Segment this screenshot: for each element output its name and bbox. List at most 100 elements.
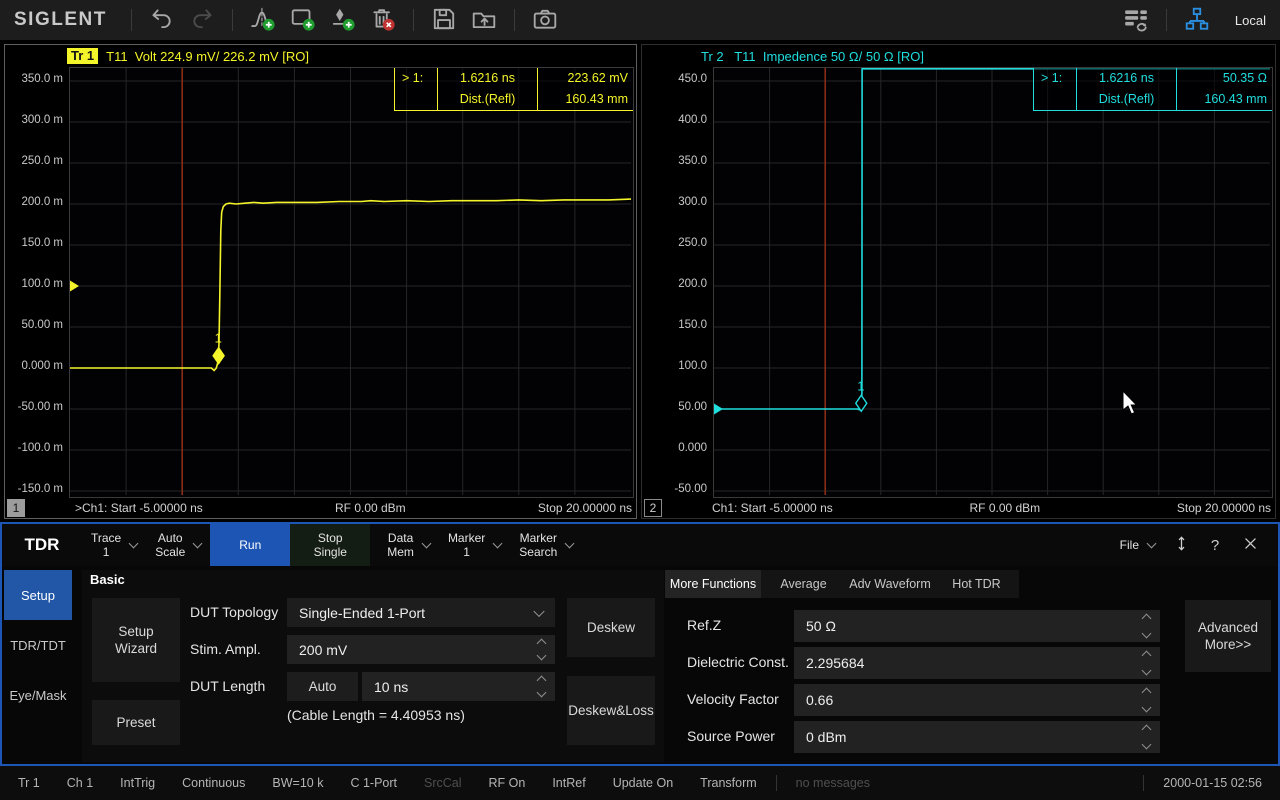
stop-single-button[interactable]: Stop Single (290, 524, 370, 566)
status-trace: Tr 1 (18, 776, 40, 790)
local-status-label: Local (1235, 13, 1266, 28)
setup-wizard-button[interactable]: Setup Wizard (92, 598, 180, 682)
add-window-button[interactable] (286, 3, 320, 37)
y-tick-label: 250.0 m (21, 155, 63, 167)
menu-file[interactable]: File (1111, 524, 1164, 566)
tdr-control-panel: TDR Trace 1 Auto Scale Run Stop Single D… (0, 522, 1280, 766)
lan-status-button[interactable] (1180, 3, 1214, 37)
collapse-panel-button[interactable] (1164, 524, 1198, 566)
sidebar-tab-eye-mask[interactable]: Eye/Mask (4, 670, 72, 720)
tdr-panel-body: Setup TDR/TDT Eye/Mask Basic Setup Wizar… (2, 566, 1278, 764)
tdr-menubar: TDR Trace 1 Auto Scale Run Stop Single D… (2, 524, 1278, 566)
advanced-more-button[interactable]: Advanced More>> (1185, 600, 1271, 672)
tab-hot-tdr[interactable]: Hot TDR (934, 570, 1019, 598)
velocity-stepper[interactable] (1140, 684, 1154, 716)
marker-dist-label: Dist.(Refl) (437, 89, 537, 110)
window1-number-badge[interactable]: 1 (7, 499, 25, 517)
tab-average[interactable]: Average (761, 570, 846, 598)
ref-z-input[interactable]: 50 Ω (794, 610, 1160, 642)
marker-dist-value: 160.43 mm (1176, 89, 1272, 110)
trace1-active-chip[interactable]: Tr 1 (67, 48, 98, 64)
step-up-icon[interactable] (1142, 725, 1152, 735)
status-update: Update On (613, 776, 673, 790)
screenshot-button[interactable] (528, 3, 562, 37)
step-up-icon[interactable] (537, 639, 547, 649)
close-panel-button[interactable] (1232, 524, 1278, 566)
add-trace-button[interactable] (246, 3, 280, 37)
stim-ampl-stepper[interactable] (535, 635, 549, 664)
sidebar-tab-tdr-tdt[interactable]: TDR/TDT (4, 620, 72, 670)
stim-ampl-input[interactable]: 200 mV (287, 635, 555, 664)
menu-auto-scale[interactable]: Auto Scale (146, 524, 210, 566)
dut-length-auto-button[interactable]: Auto (287, 672, 358, 701)
status-cal: C 1-Port (350, 776, 397, 790)
status-bar: Tr 1 Ch 1 IntTrig Continuous BW=10 k C 1… (0, 766, 1280, 800)
status-srccal: SrcCal (424, 776, 462, 790)
y-tick-label: 300.0 (678, 196, 707, 208)
add-marker-button[interactable] (326, 3, 360, 37)
dut-topology-select[interactable]: Single-Ended 1-Port (287, 598, 555, 627)
run-button[interactable]: Run (210, 524, 290, 566)
redo-button[interactable] (185, 3, 219, 37)
svg-text:1: 1 (215, 331, 222, 346)
step-up-icon[interactable] (1142, 614, 1152, 624)
step-up-icon[interactable] (537, 676, 547, 686)
trace-window-2[interactable]: Tr 2 T11 Impedence 50 Ω/ 50 Ω [RO] 450.0… (641, 44, 1276, 519)
step-down-icon[interactable] (1142, 629, 1152, 639)
menubar-spacer (582, 524, 1110, 566)
marker-value: 50.35 Ω (1176, 68, 1272, 89)
window2-number-badge[interactable]: 2 (644, 499, 662, 517)
dut-length-stepper[interactable] (535, 672, 549, 701)
save-button[interactable] (427, 3, 461, 37)
ref-z-stepper[interactable] (1140, 610, 1154, 642)
y-tick-label: 100.0 m (21, 278, 63, 290)
source-power-input[interactable]: 0 dBm (794, 721, 1160, 753)
menu-marker[interactable]: Marker 1 (439, 524, 510, 566)
basic-section: Basic Setup Wizard Preset DUT Topology S… (82, 570, 664, 762)
trace1-footer: 1 >Ch1: Start -5.00000 ns RF 0.00 dBm St… (5, 498, 636, 518)
dut-length-input[interactable]: 10 ns (362, 672, 555, 701)
menu-trace[interactable]: Trace 1 (82, 524, 146, 566)
ref-z-value: 50 Ω (806, 618, 836, 634)
step-down-icon[interactable] (537, 688, 547, 698)
delete-trace-icon (370, 6, 396, 35)
sidebar-tab-setup[interactable]: Setup (4, 570, 72, 620)
y-tick-label: 400.0 (678, 114, 707, 126)
step-down-icon[interactable] (1142, 703, 1152, 713)
dielectric-const-input[interactable]: 2.295684 (794, 647, 1160, 679)
source-power-stepper[interactable] (1140, 721, 1154, 753)
tab-more-functions[interactable]: More Functions (665, 570, 761, 598)
dut-length-label: DUT Length (190, 678, 265, 694)
step-down-icon[interactable] (1142, 740, 1152, 750)
menu-marker-search[interactable]: Marker Search (510, 524, 582, 566)
menu-data-mem[interactable]: Data Mem (378, 524, 439, 566)
preset-button[interactable]: Preset (92, 700, 180, 745)
trace-window-1[interactable]: Tr 1 T11 Volt 224.9 mV/ 226.2 mV [RO] 35… (4, 44, 637, 519)
stop-time-label: Stop 20.00000 ns (538, 501, 632, 515)
plot-area-2[interactable]: 1 > 1: 1.6216 ns 50.35 Ω Dist.(Refl) 160… (713, 67, 1273, 498)
dielectric-stepper[interactable] (1140, 647, 1154, 679)
step-up-icon[interactable] (1142, 688, 1152, 698)
undo-button[interactable] (145, 3, 179, 37)
velocity-factor-value: 0.66 (806, 692, 833, 708)
chevron-down-icon (129, 538, 139, 548)
velocity-factor-input[interactable]: 0.66 (794, 684, 1160, 716)
step-up-icon[interactable] (1142, 651, 1152, 661)
toolbar-divider (514, 9, 515, 31)
help-button[interactable]: ? (1198, 524, 1232, 566)
step-down-icon[interactable] (537, 651, 547, 661)
stop-time-label: Stop 20.00000 ns (1177, 501, 1271, 515)
deskew-loss-button[interactable]: Deskew&Loss (567, 676, 655, 745)
trace-memory-button[interactable] (1119, 3, 1153, 37)
source-power-value: 0 dBm (806, 729, 846, 745)
step-down-icon[interactable] (1142, 666, 1152, 676)
source-power-label: Source Power (687, 728, 775, 744)
tab-adv-waveform[interactable]: Adv Waveform (846, 570, 934, 598)
open-folder-icon (471, 6, 497, 35)
deskew-button[interactable]: Deskew (567, 598, 655, 657)
delete-trace-button[interactable] (366, 3, 400, 37)
plot-area-1[interactable]: 1 > 1: 1.6216 ns 223.62 mV Dist.(Refl) 1… (69, 67, 634, 498)
open-button[interactable] (467, 3, 501, 37)
cable-length-note: (Cable Length = 4.40953 ns) (287, 707, 465, 723)
redo-icon (189, 6, 215, 35)
